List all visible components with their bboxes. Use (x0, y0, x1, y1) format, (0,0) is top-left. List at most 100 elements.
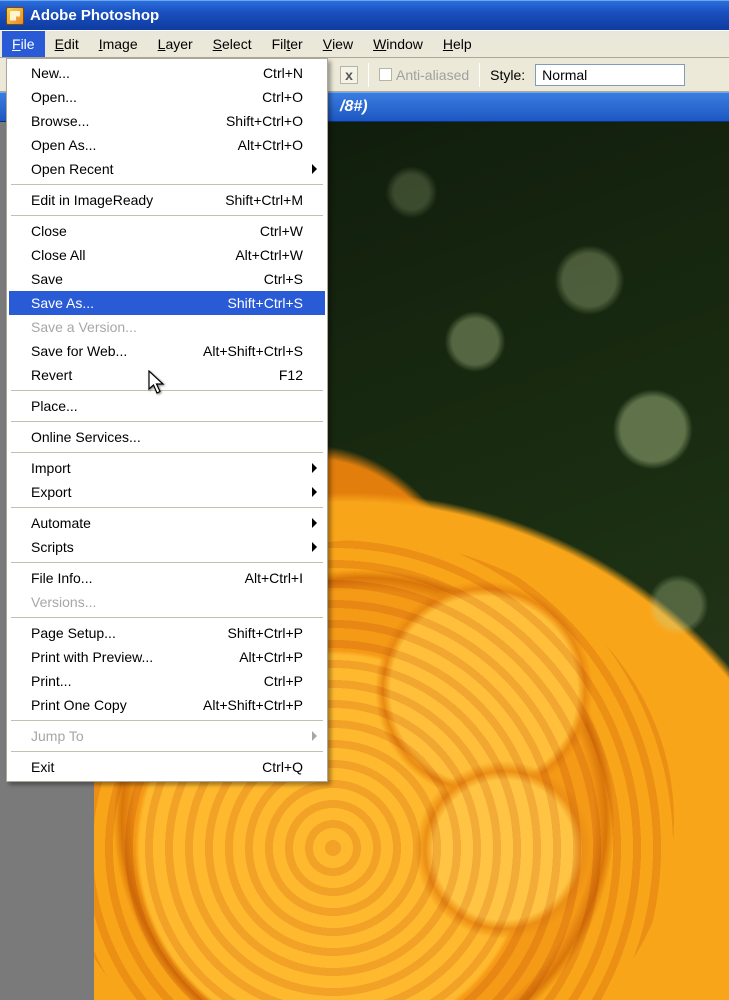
menu-select[interactable]: Select (203, 31, 262, 57)
menu-item-label: Page Setup... (31, 625, 116, 641)
file-menu-save[interactable]: Save Ctrl+S (9, 267, 325, 291)
file-menu-dropdown[interactable]: New... Ctrl+N Open... Ctrl+O Browse... Shift+… (6, 58, 328, 782)
menu-separator (11, 751, 323, 752)
menu-item-label: Print One Copy (31, 697, 127, 713)
menu-image[interactable]: Image (89, 31, 148, 57)
file-menu-place[interactable]: Place... (9, 394, 325, 418)
menu-item-label: Scripts (31, 539, 74, 555)
menu-item-shortcut: Ctrl+S (264, 271, 303, 287)
menu-view[interactable]: View (313, 31, 363, 57)
file-menu-file-info[interactable]: File Info... Alt+Ctrl+I (9, 566, 325, 590)
document-title-fragment: /8#) (340, 98, 368, 116)
title-bar: Adobe Photoshop (0, 0, 729, 30)
file-menu-close-all[interactable]: Close AllAlt+Ctrl+W (9, 243, 325, 267)
menu-item-label: Open... (31, 89, 77, 105)
file-menu-automate[interactable]: Automate (9, 511, 325, 535)
file-menu-page-setup[interactable]: Page Setup... Shift+Ctrl+P (9, 621, 325, 645)
menu-item-label: Print... (31, 673, 71, 689)
file-menu-print-with-preview[interactable]: Print with Preview...Alt+Ctrl+P (9, 645, 325, 669)
menu-item-label: Import (31, 460, 71, 476)
checkbox-box[interactable] (379, 68, 392, 81)
file-menu-online-services[interactable]: Online Services... (9, 425, 325, 449)
file-menu-edit-in-imageready[interactable]: Edit in ImageReady Shift+Ctrl+M (9, 188, 325, 212)
style-select[interactable]: Normal (535, 64, 685, 86)
menu-item-label: Save As... (31, 295, 94, 311)
menu-item-shortcut: Shift+Ctrl+S (228, 295, 303, 311)
menu-item-label: New... (31, 65, 70, 81)
menu-item-label: Close All (31, 247, 85, 263)
file-menu-save-for-web[interactable]: Save for Web... Alt+Shift+Ctrl+S (9, 339, 325, 363)
menu-item-shortcut: Ctrl+N (263, 65, 303, 81)
file-menu-open-recent[interactable]: Open Recent (9, 157, 325, 181)
menu-item-label: Exit (31, 759, 54, 775)
file-menu-jump-to: Jump To (9, 724, 325, 748)
file-menu-export[interactable]: Export (9, 480, 325, 504)
file-menu-open[interactable]: Open... Ctrl+O (9, 85, 325, 109)
file-menu-save-as[interactable]: Save As... Shift+Ctrl+S (9, 291, 325, 315)
menu-separator (11, 452, 323, 453)
menu-bar: FileEditImageLayerSelectFilterViewWindow… (0, 30, 729, 58)
separator (479, 63, 480, 87)
app-title: Adobe Photoshop (30, 7, 159, 24)
menu-item-label: Revert (31, 367, 72, 383)
menu-separator (11, 390, 323, 391)
menu-item-shortcut: F12 (279, 367, 303, 383)
file-menu-scripts[interactable]: Scripts (9, 535, 325, 559)
menu-item-shortcut: Alt+Ctrl+I (245, 570, 303, 586)
style-label: Style: (490, 67, 525, 83)
anti-aliased-checkbox[interactable]: Anti-aliased (379, 67, 469, 83)
menu-item-label: Edit in ImageReady (31, 192, 153, 208)
menu-item-shortcut: Alt+Shift+Ctrl+P (203, 697, 303, 713)
menu-item-shortcut: Ctrl+O (262, 89, 303, 105)
file-menu-save-a-version: Save a Version... (9, 315, 325, 339)
menu-window[interactable]: Window (363, 31, 433, 57)
menu-file[interactable]: File (2, 31, 45, 57)
menu-separator (11, 562, 323, 563)
options-x-button[interactable]: x (340, 66, 358, 84)
file-menu-print-one-copy[interactable]: Print One Copy Alt+Shift+Ctrl+P (9, 693, 325, 717)
menu-separator (11, 720, 323, 721)
menu-item-label: Open As... (31, 137, 96, 153)
file-menu-import[interactable]: Import (9, 456, 325, 480)
menu-layer[interactable]: Layer (148, 31, 203, 57)
menu-item-shortcut: Ctrl+Q (262, 759, 303, 775)
file-menu-new[interactable]: New... Ctrl+N (9, 61, 325, 85)
menu-item-shortcut: Ctrl+W (260, 223, 303, 239)
file-menu-revert[interactable]: Revert F12 (9, 363, 325, 387)
menu-item-shortcut: Shift+Ctrl+M (225, 192, 303, 208)
anti-aliased-label: Anti-aliased (396, 67, 469, 83)
file-menu-browse[interactable]: Browse... Shift+Ctrl+O (9, 109, 325, 133)
menu-filter[interactable]: Filter (262, 31, 313, 57)
menu-item-label: Jump To (31, 728, 84, 744)
menu-separator (11, 507, 323, 508)
menu-item-label: Close (31, 223, 67, 239)
menu-item-label: Place... (31, 398, 78, 414)
menu-item-shortcut: Alt+Ctrl+O (238, 137, 303, 153)
app-icon (6, 7, 24, 25)
menu-item-label: Save a Version... (31, 319, 137, 335)
file-menu-open-as[interactable]: Open As... Alt+Ctrl+O (9, 133, 325, 157)
menu-item-label: Browse... (31, 113, 89, 129)
menu-item-label: File Info... (31, 570, 92, 586)
style-value: Normal (542, 67, 587, 83)
menu-item-label: Versions... (31, 594, 96, 610)
menu-item-label: Open Recent (31, 161, 114, 177)
menu-help[interactable]: Help (433, 31, 482, 57)
menu-edit[interactable]: Edit (45, 31, 89, 57)
file-menu-versions: Versions... (9, 590, 325, 614)
menu-item-label: Save (31, 271, 63, 287)
menu-item-label: Save for Web... (31, 343, 127, 359)
menu-separator (11, 215, 323, 216)
menu-item-label: Online Services... (31, 429, 141, 445)
menu-item-shortcut: Alt+Shift+Ctrl+S (203, 343, 303, 359)
file-menu-print[interactable]: Print... Ctrl+P (9, 669, 325, 693)
separator (368, 63, 369, 87)
file-menu-exit[interactable]: Exit Ctrl+Q (9, 755, 325, 779)
menu-item-shortcut: Ctrl+P (264, 673, 303, 689)
menu-item-shortcut: Shift+Ctrl+P (228, 625, 303, 641)
menu-item-label: Automate (31, 515, 91, 531)
menu-item-label: Export (31, 484, 71, 500)
file-menu-close[interactable]: Close Ctrl+W (9, 219, 325, 243)
menu-item-shortcut: Shift+Ctrl+O (226, 113, 303, 129)
menu-separator (11, 617, 323, 618)
